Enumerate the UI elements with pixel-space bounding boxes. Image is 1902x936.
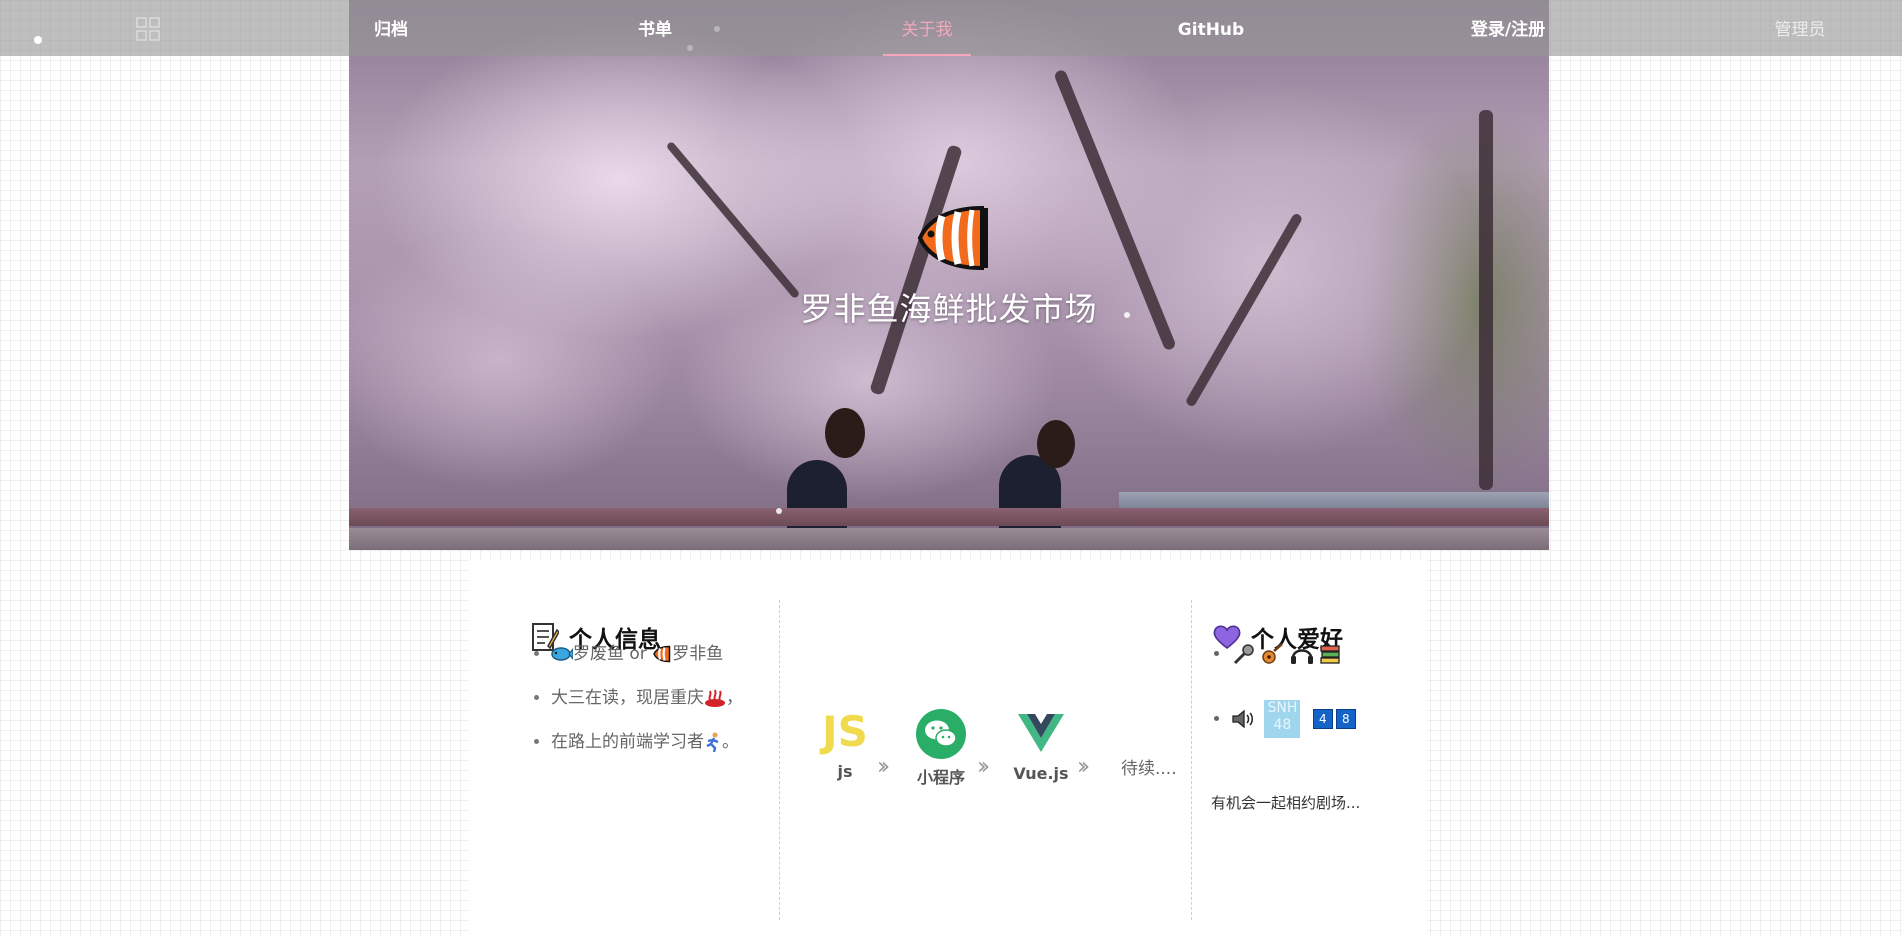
hobby-note: 有机会一起相约剧场...	[1211, 794, 1361, 812]
vue-icon	[1018, 714, 1064, 752]
study-text: 大三在读，现居重庆	[551, 688, 704, 708]
tree-branch	[665, 140, 801, 300]
books-icon	[1320, 645, 1340, 664]
hobbies-list: SNH48 48	[1211, 640, 1356, 738]
nav-about-me[interactable]: 关于我	[883, 0, 971, 56]
top-navbar: 归档 书单 关于我 GitHub 登录/注册 管理员	[0, 0, 1902, 56]
list-item: 在路上的前端学习者 。	[551, 728, 743, 772]
learner-suffix: 。	[722, 732, 739, 752]
tech-item-js: JS js	[813, 707, 877, 782]
list-item: 罗废鱼 or 罗非鱼	[551, 640, 743, 684]
runner-icon	[706, 732, 719, 752]
chevron-right-icon: ››	[877, 752, 890, 780]
site-title: 罗非鱼海鲜批发市场	[800, 290, 1098, 328]
nav-booklist[interactable]: 书单	[634, 0, 676, 56]
about-content: 个人信息 罗废鱼 or 罗非鱼 大三在读，现居重庆 ， 在路上的前端学习者	[469, 560, 1427, 936]
nickname-2: 罗非鱼	[672, 644, 724, 664]
javascript-icon: JS	[822, 707, 868, 756]
clownfish-icon	[917, 205, 988, 271]
microphone-icon	[1233, 644, 1254, 665]
fish-icon	[551, 647, 573, 661]
nav-admin[interactable]: 管理员	[1772, 0, 1828, 56]
pending-text: 待续....	[1121, 759, 1177, 779]
clownfish-icon	[653, 645, 671, 663]
snh48-logo: SNH 48	[1264, 700, 1301, 738]
guitar-icon	[1262, 643, 1284, 664]
nav-login-register[interactable]: 登录/注册	[1468, 0, 1548, 56]
decorative-dot	[34, 36, 42, 44]
headphones-icon	[1290, 649, 1313, 664]
study-suffix: ，	[726, 688, 743, 708]
badge-4: 4	[1312, 709, 1333, 729]
section-divider	[779, 600, 780, 920]
tech-label: 小程序	[916, 768, 965, 787]
bridge-rail	[349, 528, 1549, 550]
chevron-right-icon: ››	[977, 752, 990, 780]
tech-label: js	[837, 762, 853, 781]
bridge-rail	[349, 508, 1549, 526]
speaker-icon	[1232, 709, 1253, 729]
chevron-right-icon: ››	[1077, 752, 1090, 780]
hero-banner: 罗非鱼海鲜批发市场	[349, 0, 1549, 550]
wechat-icon	[916, 709, 966, 759]
tech-item-vue: Vue.js	[1007, 708, 1075, 783]
decorative-dot	[776, 508, 782, 514]
nickname-separator: or	[624, 644, 653, 664]
learner-text: 在路上的前端学习者	[551, 732, 704, 752]
grid-icon[interactable]	[136, 17, 160, 41]
hotspring-icon	[705, 689, 725, 707]
nickname-1: 罗废鱼	[573, 644, 624, 664]
nav-archive[interactable]: 归档	[370, 0, 412, 56]
student-head	[1037, 420, 1075, 468]
personal-info-list: 罗废鱼 or 罗非鱼 大三在读，现居重庆 ， 在路上的前端学习者 。	[531, 640, 743, 772]
list-item: 大三在读，现居重庆 ，	[551, 684, 743, 728]
student-head	[825, 408, 865, 458]
list-item	[1231, 640, 1356, 700]
tech-label: Vue.js	[1013, 764, 1069, 783]
nav-github[interactable]: GitHub	[1176, 0, 1246, 56]
tech-item-miniprogram: 小程序	[907, 708, 975, 788]
list-item: SNH48 48	[1231, 700, 1356, 738]
badge-8: 8	[1335, 709, 1356, 729]
section-divider	[1191, 600, 1192, 920]
